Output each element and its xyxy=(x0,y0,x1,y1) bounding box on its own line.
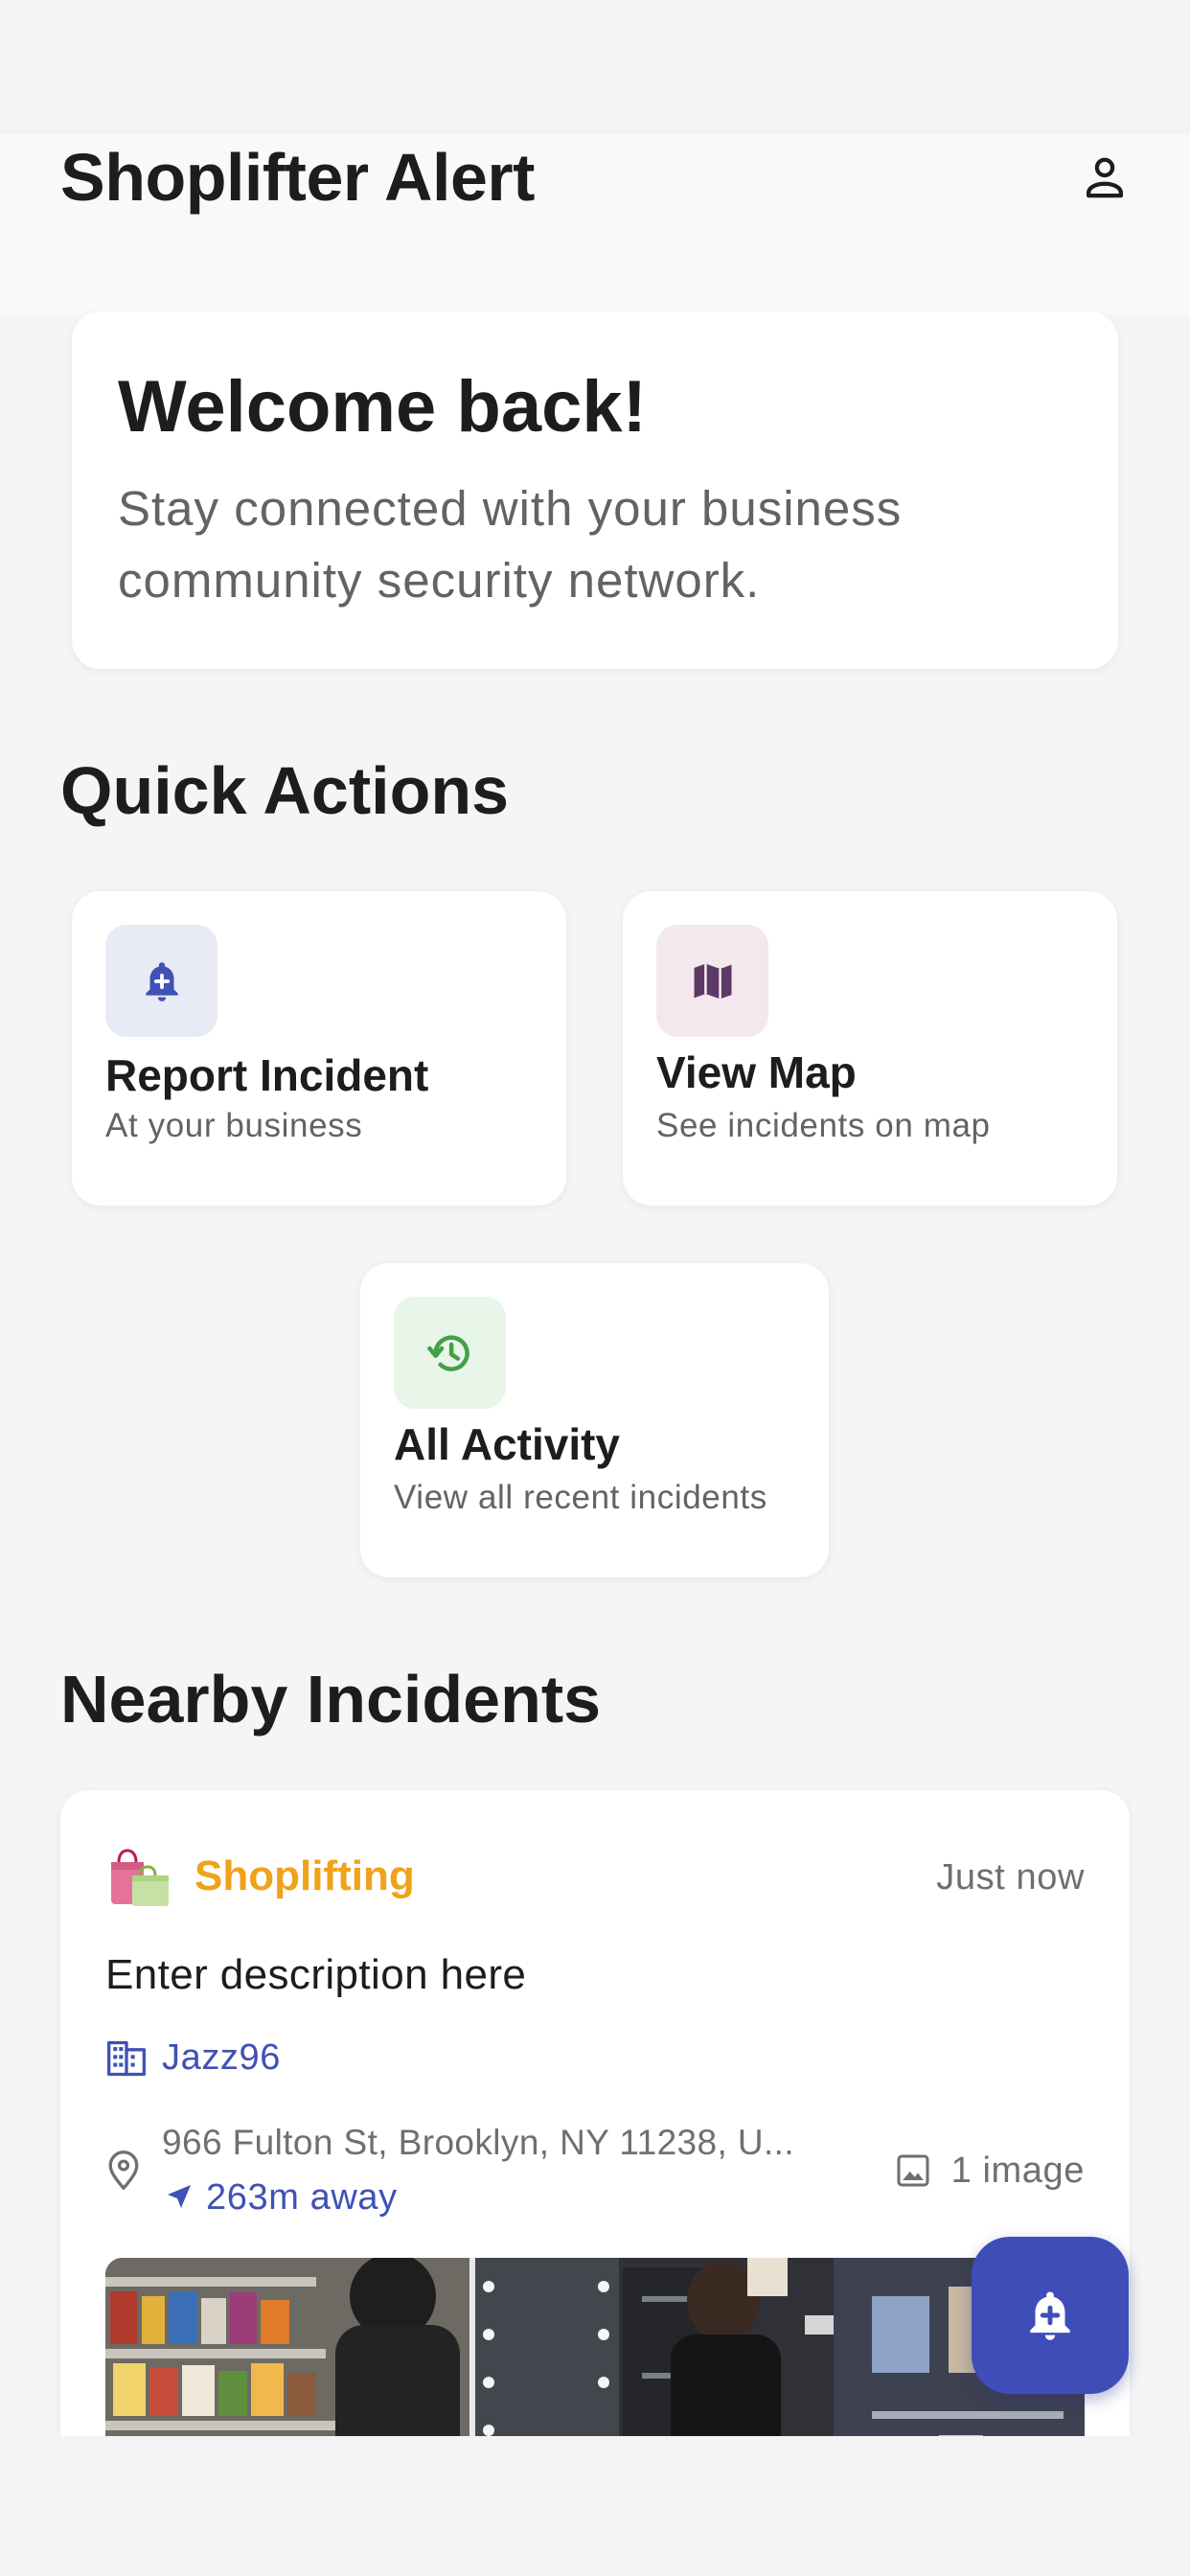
history-icon xyxy=(426,1335,469,1371)
incident-description: Enter description here xyxy=(105,1951,527,1998)
view-map-card[interactable]: View Map See incidents on map xyxy=(623,891,1117,1206)
quick-actions-heading: Quick Actions xyxy=(60,753,510,828)
nearby-incidents-heading: Nearby Incidents xyxy=(60,1662,602,1736)
welcome-title: Welcome back! xyxy=(118,366,647,448)
view-map-title: View Map xyxy=(656,1047,857,1097)
incident-photo[interactable] xyxy=(105,2258,1085,2436)
map-icon xyxy=(694,963,731,999)
image-icon xyxy=(897,2154,929,2187)
welcome-subtitle: Stay connected with your business commun… xyxy=(118,481,903,608)
navigation-arrow-icon xyxy=(168,2185,191,2208)
incident-image-count: 1 image xyxy=(950,2150,1085,2191)
incident-card[interactable]: Shoplifting Just now Enter description h… xyxy=(60,1790,1130,2436)
report-incident-title: Report Incident xyxy=(105,1050,429,1100)
incident-distance: 263m away xyxy=(206,2177,398,2218)
view-map-subtitle: See incidents on map xyxy=(656,1107,991,1144)
activity-icon-box xyxy=(394,1297,506,1409)
all-activity-title: All Activity xyxy=(394,1419,621,1469)
add-alert-icon xyxy=(1030,2291,1070,2340)
add-alert-icon xyxy=(145,961,178,1001)
incident-address: 966 Fulton St, Brooklyn, NY 11238, U... xyxy=(162,2123,795,2162)
scroll-content[interactable]: Welcome back! Stay connected with your b… xyxy=(0,0,1190,2436)
incident-business[interactable]: Jazz96 xyxy=(162,2034,281,2082)
report-fab-button[interactable] xyxy=(972,2237,1129,2394)
incident-type: Shoplifting xyxy=(195,1852,415,1899)
bottom-area xyxy=(0,2436,1190,2576)
business-building-icon xyxy=(107,2040,146,2077)
incident-photo-image xyxy=(105,2258,1085,2436)
incident-time: Just now xyxy=(936,1857,1085,1898)
report-incident-card[interactable]: Report Incident At your business xyxy=(72,891,566,1206)
location-pin-icon xyxy=(108,2150,139,2190)
report-incident-subtitle: At your business xyxy=(105,1107,363,1144)
report-icon-box xyxy=(105,925,217,1037)
all-activity-subtitle: View all recent incidents xyxy=(394,1479,767,1516)
all-activity-card[interactable]: All Activity View all recent incidents xyxy=(360,1263,829,1577)
welcome-card: Welcome back! Stay connected with your b… xyxy=(72,311,1118,669)
map-icon-box xyxy=(656,925,768,1037)
shopping-bags-icon xyxy=(111,1849,169,1906)
